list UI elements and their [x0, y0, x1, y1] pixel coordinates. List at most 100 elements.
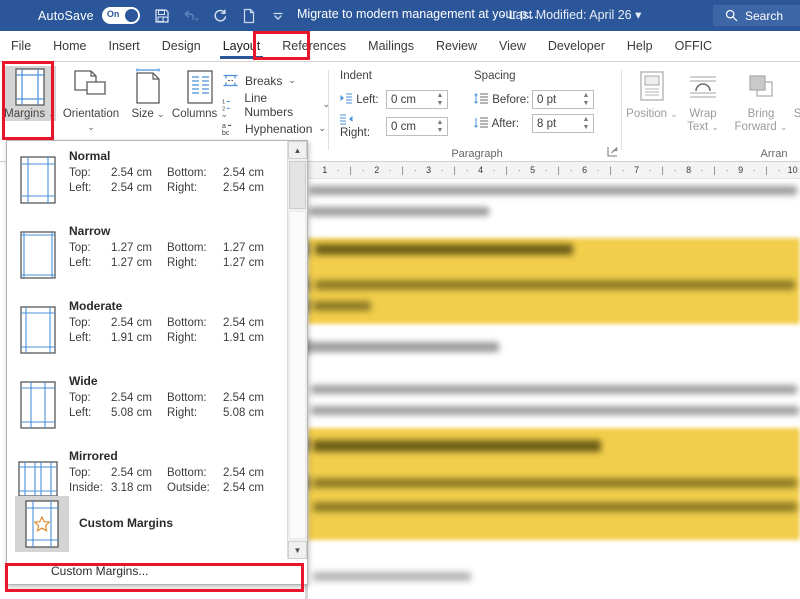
tab-design[interactable]: Design [151, 31, 212, 62]
tab-insert[interactable]: Insert [98, 31, 151, 62]
chevron-down-icon[interactable]: ⌄ [87, 122, 95, 132]
ruler-tick: · [465, 165, 469, 175]
document-pane[interactable]: 1 · | · 2 · | · 3 · | · 4 · | · 5 · | · … [305, 162, 800, 599]
spacing-before-value: 0 pt [537, 93, 557, 106]
hyphenation-button[interactable]: a bc Hyphenation ⌄ [222, 118, 326, 139]
paragraph-dialog-launcher[interactable] [607, 146, 618, 160]
ribbon-group-paragraph: Indent Spacing Left: 0 cm ▲ ▼ Right: 0 c… [332, 62, 622, 162]
spacing-after-stepper[interactable]: ▲ ▼ [580, 115, 592, 132]
document-text-line [309, 207, 489, 216]
columns-button[interactable]: Columns ⌄ [170, 66, 230, 121]
wrap-text-button[interactable]: Wrap Text ⌄ [678, 66, 728, 134]
right-value: 2.54 cm [223, 182, 264, 194]
scrollbar-track[interactable] [289, 211, 306, 539]
tab-help[interactable]: Help [616, 31, 664, 62]
bring-forward-button[interactable]: Bring Forward ⌄ [730, 66, 792, 134]
position-icon [626, 66, 678, 108]
margin-preview-wide-icon [7, 366, 69, 441]
save-icon[interactable] [152, 6, 172, 26]
tab-mailings[interactable]: Mailings [357, 31, 425, 62]
margins-button[interactable]: Margins ⌄ [4, 66, 56, 121]
search-box[interactable]: Search [713, 5, 800, 26]
margin-preset-measures: Top: 2.54 cm Bottom: 2.54 cm Left: 5.08 … [69, 391, 287, 421]
spacing-before-stepper[interactable]: ▲ ▼ [580, 91, 592, 108]
spacing-before-icon [474, 93, 488, 104]
document-text-line [313, 440, 601, 452]
scroll-up-arrow-icon[interactable]: ▲ [288, 141, 307, 159]
breaks-button[interactable]: Breaks ⌄ [222, 70, 296, 91]
margins-gallery[interactable]: Normal Top: 2.54 cm Bottom: 2.54 cm Left… [7, 141, 287, 559]
ruler-tick: | [505, 165, 508, 175]
tab-home[interactable]: Home [42, 31, 97, 62]
document-page[interactable] [305, 180, 800, 599]
scrollbar-thumb[interactable] [289, 161, 306, 209]
margin-preset-narrow[interactable]: Narrow Top: 1.27 cm Bottom: 1.27 cm Left… [7, 216, 287, 291]
breaks-button-label: Breaks [245, 73, 283, 88]
customize-qat-icon[interactable] [268, 6, 288, 26]
tab-references[interactable]: References [271, 31, 357, 62]
bottom-key: Bottom: [167, 317, 207, 329]
tab-developer[interactable]: Developer [537, 31, 616, 62]
ruler-tick: · [596, 165, 600, 175]
margins-dropdown-menu[interactable]: Normal Top: 2.54 cm Bottom: 2.54 cm Left… [6, 140, 308, 585]
title-bar: AutoSave On Migrate to modern management… [0, 0, 800, 31]
tab-layout[interactable]: Layout [212, 31, 272, 62]
left-key: Left: [69, 407, 92, 419]
chevron-down-icon[interactable]: ⌄ [711, 122, 719, 132]
indent-right-field: Right: 0 cm ▲ ▼ [340, 114, 448, 139]
margin-preset-moderate[interactable]: Moderate Top: 2.54 cm Bottom: 2.54 cm Le… [7, 291, 287, 366]
tab-review[interactable]: Review [425, 31, 488, 62]
margin-preset-normal-text: Normal Top: 2.54 cm Bottom: 2.54 cm Left… [69, 141, 287, 216]
ruler-tick: | [557, 165, 560, 175]
indent-left-input[interactable]: 0 cm ▲ ▼ [386, 90, 448, 109]
send-backward-button[interactable]: S Back [792, 66, 800, 121]
margin-preset-wide[interactable]: Wide Top: 2.54 cm Bottom: 2.54 cm Left: … [7, 366, 287, 441]
position-button[interactable]: Position ⌄ [626, 66, 678, 121]
tab-office[interactable]: OFFIC [664, 31, 724, 62]
orientation-button[interactable]: Orientation ⌄ [58, 66, 124, 133]
last-modified-label[interactable]: - Last Modified: April 26 ▾ [501, 7, 641, 22]
bring-forward-button-label: Bring [747, 108, 775, 120]
spacing-before-label: Before: [474, 93, 532, 106]
custom-margins-command[interactable]: Custom Margins... [9, 559, 305, 582]
search-placeholder: Search [745, 8, 784, 23]
chevron-down-icon[interactable]: ⌄ [48, 109, 56, 119]
tab-view[interactable]: View [488, 31, 537, 62]
custom-margins-preview[interactable] [15, 496, 69, 552]
undo-icon[interactable] [181, 6, 201, 26]
redo-icon[interactable] [210, 6, 230, 26]
search-icon [725, 9, 738, 22]
chevron-down-icon[interactable]: ⌄ [157, 109, 165, 119]
indent-right-input[interactable]: 0 cm ▲ ▼ [386, 117, 448, 136]
indent-right-stepper[interactable]: ▲ ▼ [434, 118, 446, 135]
margin-preset-normal[interactable]: Normal Top: 2.54 cm Bottom: 2.54 cm Left… [7, 141, 287, 216]
tab-file[interactable]: File [0, 31, 42, 62]
line-numbers-button[interactable]: 12 Line Numbers ⌄ [222, 91, 330, 119]
indent-left-label-text: Left: [356, 94, 379, 106]
chevron-down-icon[interactable]: ⌄ [288, 75, 296, 86]
chevron-down-icon[interactable]: ⌄ [318, 123, 326, 134]
horizontal-ruler[interactable]: 1 · | · 2 · | · 3 · | · 4 · | · 5 · | · … [305, 162, 800, 179]
size-button[interactable]: Size ⌄ [126, 66, 170, 121]
top-value: 2.54 cm [111, 392, 152, 404]
spacing-before-label-text: Before: [492, 94, 530, 106]
chevron-down-icon[interactable]: ⌄ [670, 109, 678, 119]
margin-preset-title: Moderate [69, 299, 123, 313]
spacing-before-input[interactable]: 0 pt ▲ ▼ [532, 90, 594, 109]
arrange-group-label: Arran [760, 148, 788, 160]
spacing-after-input[interactable]: 8 pt ▲ ▼ [532, 114, 594, 133]
ruler-tick: | [765, 165, 768, 175]
indent-left-icon [340, 93, 352, 104]
right-key: Right: [167, 182, 198, 194]
scroll-down-arrow-icon[interactable]: ▼ [288, 541, 307, 559]
left-key: Left: [69, 257, 92, 269]
autosave-toggle[interactable]: On [101, 7, 140, 24]
last-modified-text: - Last Modified: April 26 [501, 8, 632, 22]
wrap-text-button-label: Wrap [689, 108, 717, 120]
chevron-down-icon[interactable]: ⌄ [780, 122, 788, 132]
touch-mode-icon[interactable] [239, 6, 259, 26]
margins-gallery-scrollbar[interactable]: ▲ ▼ [287, 141, 307, 559]
chevron-down-icon[interactable]: ▾ [635, 8, 641, 22]
margin-preset-narrow-text: Narrow Top: 1.27 cm Bottom: 1.27 cm Left… [69, 216, 287, 291]
indent-left-stepper[interactable]: ▲ ▼ [434, 91, 446, 108]
